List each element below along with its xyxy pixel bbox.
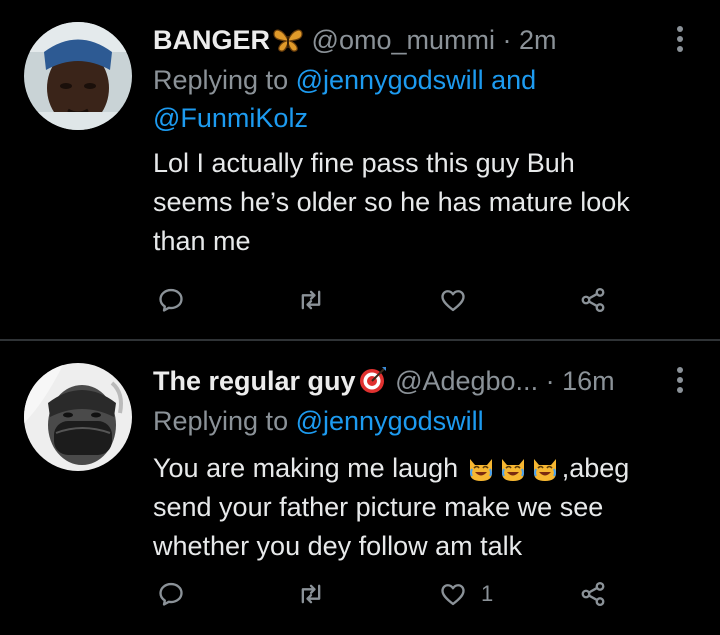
tweet-header: The regular guy @Adegbo... · 16m (153, 363, 615, 399)
reply-icon (159, 582, 183, 606)
tweet-text: You are making me laugh ,abeg send your … (153, 449, 698, 566)
user-handle[interactable]: @Adegbo... (395, 366, 538, 396)
tweet-text-line: whether you dey follow am talk (153, 531, 523, 561)
avatar[interactable] (24, 363, 132, 471)
retweet-button[interactable] (297, 574, 325, 614)
like-count: 1 (481, 581, 494, 606)
tweet-text-segment: You are making me laugh (153, 453, 459, 483)
target-icon (358, 365, 388, 404)
separator-dot: · (545, 366, 555, 396)
laughing-cat-emoji-icon (530, 453, 560, 483)
display-name[interactable]: The regular guy (153, 366, 356, 396)
share-button[interactable] (579, 574, 607, 614)
tweet-text-line: send your father picture make we see (153, 492, 604, 522)
like-button[interactable]: 1 (439, 574, 493, 614)
laughing-cat-emoji-icon (466, 453, 496, 483)
mention-link[interactable]: @jennygodswill (296, 406, 484, 436)
heart-icon (441, 584, 465, 606)
retweet-icon (301, 584, 321, 604)
laughing-cat-emoji-icon (498, 453, 528, 483)
share-icon (581, 581, 605, 607)
replying-to: Replying to @jennygodswill (153, 402, 693, 440)
timestamp[interactable]: 16m (562, 366, 615, 396)
tweet-actions: 1 (153, 574, 633, 614)
more-options-icon[interactable] (676, 367, 684, 395)
tweet-text-line: You are making me laugh ,abeg (153, 449, 698, 488)
tweet-text-segment: ,abeg (561, 453, 630, 483)
replying-prefix: Replying to (153, 406, 289, 436)
reply-button[interactable] (157, 574, 185, 614)
